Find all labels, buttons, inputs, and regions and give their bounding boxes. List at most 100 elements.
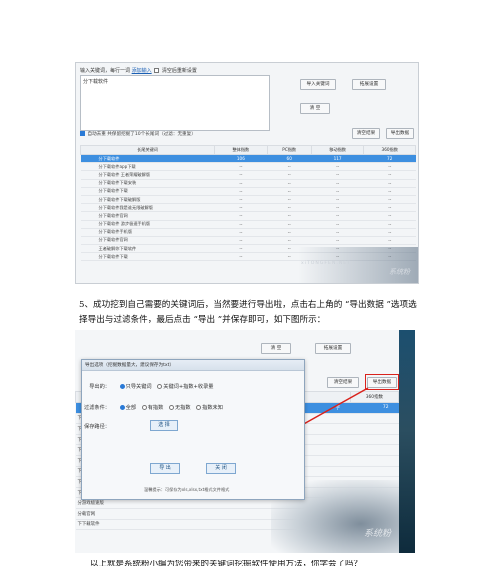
col-keyword[interactable]: 长尾关键词 (80, 145, 215, 155)
table-row[interactable]: 分下载软件下载-------- (80, 187, 416, 196)
opt-unknown-index: 指数未知 (202, 405, 223, 411)
options-text: 自动去重 共保留挖掘了10个长尾词（过滤：无重复） (87, 132, 196, 137)
radio-all[interactable] (119, 405, 125, 410)
index-cell: -- (214, 252, 268, 262)
index-cell: -- (214, 228, 268, 237)
index-cell: -- (267, 236, 312, 246)
opt-no-index: 无指数 (174, 405, 191, 411)
radio-no-index[interactable] (168, 405, 174, 410)
index-cell: 72 (363, 154, 416, 164)
opt-has-index: 有指数 (147, 405, 164, 411)
keyword-table: 长尾关键词 整体指数 PC指数 移动指数 360指数 分下载软件 106 60 117… (80, 145, 416, 262)
index-cell: -- (363, 228, 416, 237)
table-row[interactable]: 分下载软件下载破解版 -- -- -- -- (80, 195, 416, 205)
col-360-index[interactable]: 360指数 (363, 145, 416, 155)
radio-keywords-only[interactable] (119, 384, 125, 389)
keyword-cell: 分下载软件我是谁无限破解版 (80, 203, 215, 213)
index-cell: -- (267, 203, 312, 213)
index-cell: -- (267, 228, 312, 237)
index-cell: -- (267, 162, 312, 172)
index-cell: -- (311, 220, 364, 229)
keyword-cell: 分下载软件下载安装 (80, 179, 215, 188)
clear-button[interactable]: 清 空 (300, 103, 330, 114)
keyword-cell: 王者破解你下载软件 (80, 244, 215, 254)
index-cell: -- (214, 203, 268, 213)
index-cell: -- (311, 211, 364, 221)
dedupe-checkbox[interactable] (80, 131, 85, 136)
next-paragraph-clipped: 以上就是系统粉小编为您带来的关键词挖掘软件使用方法，你学会了吗？ (90, 560, 363, 566)
keyword-textarea[interactable]: 分下载软件 (80, 75, 270, 131)
table-row[interactable]: 分下载软件app下载 -- -- -- -- (80, 162, 416, 172)
index-cell: -- (267, 211, 312, 221)
export-button[interactable]: 导 出 (150, 463, 180, 474)
col-pc-index[interactable]: PC指数 (266, 145, 312, 155)
watermark-url: xiTONGFEN.NET (301, 261, 351, 266)
choose-path-button[interactable]: 选 择 (150, 420, 178, 431)
filter-row: 过滤条件： 全部 有指数 无指数 指数未知 (82, 404, 223, 411)
reset-label: 清空后重新设置 (161, 68, 197, 74)
table-row[interactable]: 分下载软件下载安装 -- -- -- -- (80, 179, 416, 188)
index-cell: -- (363, 187, 416, 196)
index-cell: -- (267, 179, 312, 188)
radio-unknown-index[interactable] (196, 405, 202, 410)
index-cell: 106 (214, 154, 268, 164)
reset-checkbox[interactable] (154, 68, 160, 73)
export-type-row: 导出的： 只导关键词 关键词+指数+收录量 (82, 383, 213, 390)
index-cell: -- (363, 195, 416, 205)
export-options-dialog: 导出选项（挖掘数据量大，建议保存为txt） 导出的： 只导关键词 关键词+指数+… (81, 359, 305, 500)
save-path-label: 保存路径： (84, 424, 110, 430)
index-cell: -- (214, 162, 268, 172)
prompt-text: 输入关键词，每行一词 (80, 68, 131, 74)
table-row[interactable]: 分下载软件 106 60 117 72 (80, 154, 416, 164)
index-cell: -- (267, 170, 312, 180)
keyword-tool-screenshot: 输入关键词，每行一词 添加输入 清空后重新设置 分下载软件 导入关键词 拓展设置… (75, 62, 419, 284)
keyword-cell: 分下载软件手机版 (80, 228, 215, 237)
index-cell: -- (363, 170, 416, 180)
table-row[interactable]: 分下载软件我是谁无限破解版 -- -- -- -- (80, 203, 416, 213)
keyword-cell: 分下载软件 王者荣耀破解版 (80, 170, 215, 180)
index-cell: -- (214, 220, 268, 229)
radio-has-index[interactable] (141, 405, 147, 410)
step-5-paragraph: 5、成功挖到自己需要的关键词后，当然要进行导出啦，点击右上角的 “导出数据 ”选… (79, 300, 417, 325)
index-cell: -- (311, 203, 364, 213)
filter-label: 过滤条件： (84, 405, 110, 411)
radio-keywords-index[interactable] (157, 384, 163, 389)
index-cell: -- (363, 162, 416, 172)
index-cell: -- (363, 203, 416, 213)
index-cell: -- (214, 179, 268, 188)
index-cell: -- (267, 187, 312, 196)
table-row[interactable]: 分下载软件官网 -- -- -- -- (80, 236, 416, 246)
options-bar: 自动去重 共保留挖掘了10个长尾词（过滤：无重复） (80, 131, 196, 137)
index-cell: -- (267, 220, 312, 229)
index-cell: -- (311, 228, 364, 237)
index-cell: -- (214, 170, 268, 180)
import-keywords-button[interactable]: 导入关键词 (300, 79, 336, 90)
clear-results-button[interactable]: 清空结果 (352, 128, 380, 139)
input-prompt: 输入关键词，每行一词 添加输入 清空后重新设置 (80, 67, 197, 74)
opt-keywords-only: 只导关键词 (125, 384, 152, 390)
index-cell: -- (311, 195, 364, 205)
index-cell: -- (311, 162, 364, 172)
dialog-title: 导出选项（挖掘数据量大，建议保存为txt） (82, 360, 304, 371)
table-row[interactable]: 分下载软件手机版 -- -- -- -- (80, 228, 416, 237)
keyword-cell: 分下载软件app下载 (80, 162, 215, 172)
close-button[interactable]: 关 闭 (206, 463, 236, 474)
index-cell: -- (311, 187, 364, 196)
keyword-cell: 分下载软件官网 (80, 236, 215, 246)
opt-all: 全部 (125, 405, 137, 411)
col-mobile-index[interactable]: 移动指数 (310, 145, 365, 155)
index-cell: -- (267, 195, 312, 205)
index-cell: -- (311, 179, 364, 188)
export-dialog-screenshot: 清 空 拓展设置 清空结果 导出数据 360指数 字72下载下载下载下载下载安装… (75, 330, 415, 553)
keyword-value: 分下载软件 (83, 79, 109, 85)
add-input-link[interactable]: 添加输入 (132, 68, 152, 74)
table-row[interactable]: 分下载软件官网 -- -- -- -- (80, 211, 416, 221)
advanced-settings-button[interactable]: 拓展设置 (352, 79, 386, 90)
table-row[interactable]: 分下载软件 游步极速手机版 -- -- -- -- (80, 220, 416, 229)
table-row[interactable]: 分下载软件 王者荣耀破解版 -- -- -- -- (80, 170, 416, 180)
index-cell: 117 (311, 154, 364, 164)
col-overall-index[interactable]: 整体指数 (214, 145, 268, 155)
index-cell: -- (363, 220, 416, 229)
export-data-button[interactable]: 导出数据 (386, 128, 414, 139)
input-area: 输入关键词，每行一词 添加输入 清空后重新设置 分下载软件 导入关键词 拓展设置… (80, 67, 416, 131)
